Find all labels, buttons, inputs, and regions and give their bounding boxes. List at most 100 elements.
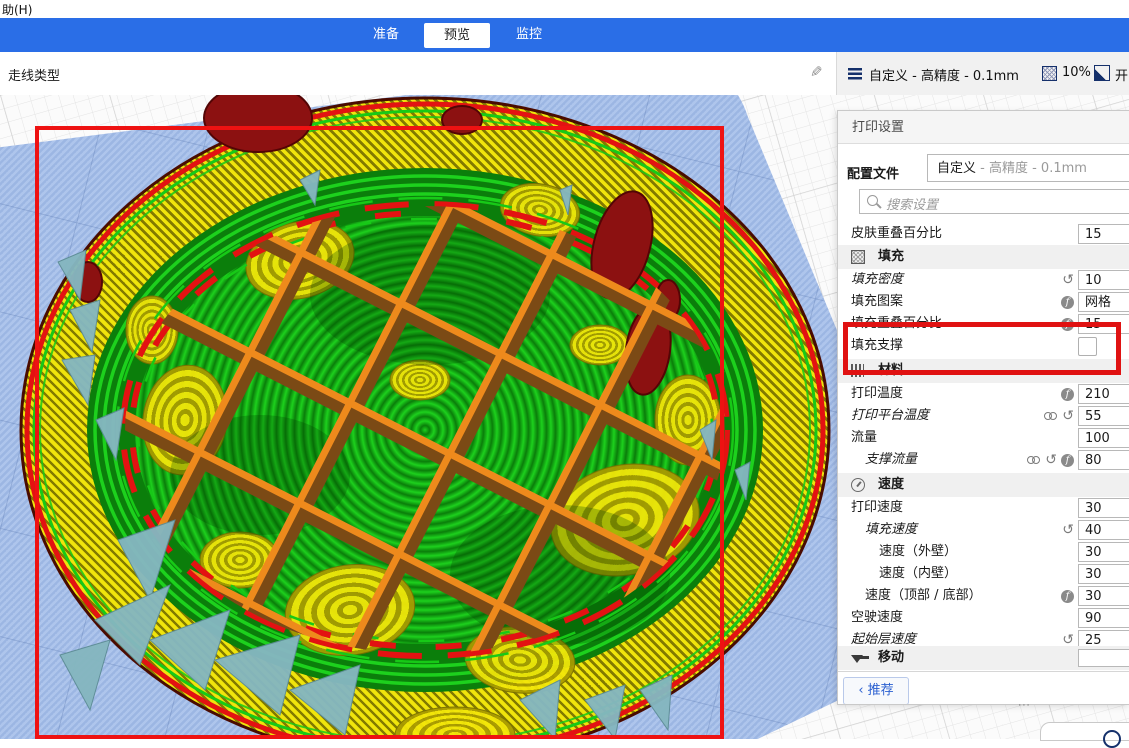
link-icon[interactable] [1044, 410, 1058, 423]
setting-value: 210 [1085, 387, 1110, 402]
setting-value: 网格 [1085, 295, 1111, 310]
profile-label: 配置文件 [847, 163, 899, 182]
setting-label: 皮肤重叠百分比 [851, 223, 942, 245]
speed-section-icon [851, 478, 865, 492]
setting-label: 速度（内壁） [879, 563, 957, 585]
setting-row[interactable]: 支撑流量 ↺ f 80 [838, 449, 1129, 471]
annotation-rect-setting [843, 322, 1121, 375]
setting-row[interactable]: 皮肤重叠百分比 15 [838, 223, 1129, 245]
reset-icon[interactable]: ↺ [1062, 519, 1074, 541]
setting-row[interactable]: 打印平台温度 ↺ 55 [838, 405, 1129, 427]
setting-row[interactable]: 填充图案 f 网格 [838, 291, 1129, 313]
info-icon[interactable]: f [1061, 590, 1074, 603]
profile-summary-text[interactable]: 自定义 - 高精度 - 0.1mm [869, 65, 1019, 84]
section-infill[interactable]: 填充 [838, 245, 1129, 269]
setting-value: 40 [1085, 523, 1102, 538]
section-speed[interactable]: 速度 [838, 473, 1129, 497]
bottom-right-popup-partial [1040, 722, 1129, 741]
pencil-icon[interactable]: ✎ [810, 63, 823, 81]
tab-preview[interactable]: 预览 [424, 23, 490, 48]
setting-value: 100 [1085, 431, 1110, 446]
setting-value: 30 [1085, 501, 1102, 516]
setting-value-input[interactable]: 90 [1078, 608, 1129, 628]
setting-value: 30 [1085, 567, 1102, 582]
setting-value: 15 [1085, 227, 1102, 242]
section-label: 移动 [878, 646, 904, 670]
setting-row[interactable]: 速度（外壁） 30 [838, 541, 1129, 563]
setting-row[interactable]: 流量 100 [838, 427, 1129, 449]
support-icon [1094, 65, 1110, 81]
menu-item-help[interactable]: 助(H) [2, 1, 32, 18]
setting-label: 打印速度 [851, 497, 903, 519]
custom-profile-icon [848, 68, 862, 80]
stage-bar: 准备 预览 监控 [0, 18, 1129, 52]
info-icon[interactable]: f [1061, 454, 1074, 467]
setting-value-input[interactable]: 100 [1078, 428, 1129, 448]
view-toolbar: 走线类型 ✎ 自定义 - 高精度 - 0.1mm 10% 开 [0, 52, 1129, 96]
search-placeholder: 搜索设置 [886, 194, 938, 213]
setting-label: 填充图案 [851, 291, 903, 313]
setting-value-input[interactable]: 10 [1078, 270, 1129, 290]
print-settings-panel: 打印设置 配置文件 自定义 - 高精度 - 0.1mm 搜索设置 皮肤重叠百分比… [837, 110, 1129, 705]
reset-icon[interactable]: ↺ [1045, 449, 1057, 471]
setting-row[interactable]: 填充速度 ↺ 40 [838, 519, 1129, 541]
infill-icon [1042, 66, 1057, 81]
setting-value-input[interactable]: 55 [1078, 406, 1129, 426]
tab-monitor[interactable]: 监控 [501, 18, 557, 52]
setting-value: 10 [1085, 273, 1102, 288]
setting-value: 90 [1085, 611, 1102, 626]
grid-infill-structure [125, 206, 725, 654]
setting-value: 80 [1085, 453, 1102, 468]
setting-value-input[interactable]: 80 [1078, 450, 1129, 470]
setting-row[interactable]: 打印温度 f 210 [838, 383, 1129, 405]
setting-value: 30 [1085, 545, 1102, 560]
color-scheme-selector[interactable]: 走线类型 [8, 65, 60, 84]
setting-label: 速度（顶部 / 底部） [865, 585, 982, 607]
setting-row[interactable]: 打印速度 30 [838, 497, 1129, 519]
setting-value-input[interactable]: 30 [1078, 564, 1129, 584]
profile-value-main: 自定义 [937, 161, 976, 176]
setting-value-dropdown[interactable]: 网格 [1078, 292, 1129, 312]
search-icon [867, 195, 878, 206]
info-icon[interactable]: f [1061, 388, 1074, 401]
setting-value-input[interactable]: 30 [1078, 586, 1129, 606]
infill-section-icon [851, 250, 865, 264]
panel-resize-grip[interactable]: ⋯ [1003, 698, 1047, 713]
setting-row[interactable]: 速度（内壁） 30 [838, 563, 1129, 585]
section-label: 填充 [878, 245, 904, 269]
reset-icon[interactable]: ↺ [1062, 269, 1074, 291]
chevron-left-icon: ‹ [858, 683, 863, 698]
setting-label: 打印平台温度 [851, 405, 929, 427]
setting-label: 打印温度 [851, 383, 903, 405]
link-icon[interactable] [1027, 454, 1041, 467]
support-state-text[interactable]: 开 [1115, 65, 1128, 84]
setting-value-input[interactable]: 15 [1078, 224, 1129, 244]
print-setup-summary[interactable]: 自定义 - 高精度 - 0.1mm 10% 开 [837, 52, 1129, 95]
setting-value-input-partial[interactable] [1078, 649, 1129, 667]
setting-row[interactable]: 速度（顶部 / 底部） f 30 [838, 585, 1129, 607]
setting-value-input[interactable]: 30 [1078, 542, 1129, 562]
setting-value-input[interactable]: 30 [1078, 498, 1129, 518]
setting-label: 填充速度 [865, 519, 917, 541]
search-input[interactable]: 搜索设置 [859, 189, 1129, 214]
circle-icon [1103, 730, 1121, 748]
setting-value: 30 [1085, 589, 1102, 604]
panel-title: 打印设置 [838, 111, 1129, 144]
menu-bar: 助(H) [0, 0, 1129, 18]
tab-prepare[interactable]: 准备 [358, 18, 414, 52]
setting-value-input[interactable]: 40 [1078, 520, 1129, 540]
infill-percent-text[interactable]: 10% [1062, 65, 1091, 80]
recommended-label: 推荐 [868, 683, 894, 698]
travel-section-icon [851, 655, 863, 663]
setting-value-input[interactable]: 210 [1078, 384, 1129, 404]
setting-label: 速度（外壁） [879, 541, 957, 563]
profile-dropdown[interactable]: 自定义 - 高精度 - 0.1mm [927, 154, 1129, 182]
section-label: 速度 [878, 473, 904, 497]
reset-icon[interactable]: ↺ [1062, 405, 1074, 427]
setting-label: 支撑流量 [865, 449, 917, 471]
setting-row[interactable]: 填充密度 ↺ 10 [838, 269, 1129, 291]
setting-row[interactable]: 空驶速度 90 [838, 607, 1129, 629]
setting-label: 流量 [851, 427, 877, 449]
info-icon[interactable]: f [1061, 296, 1074, 309]
recommended-button[interactable]: ‹ 推荐 [843, 677, 909, 705]
